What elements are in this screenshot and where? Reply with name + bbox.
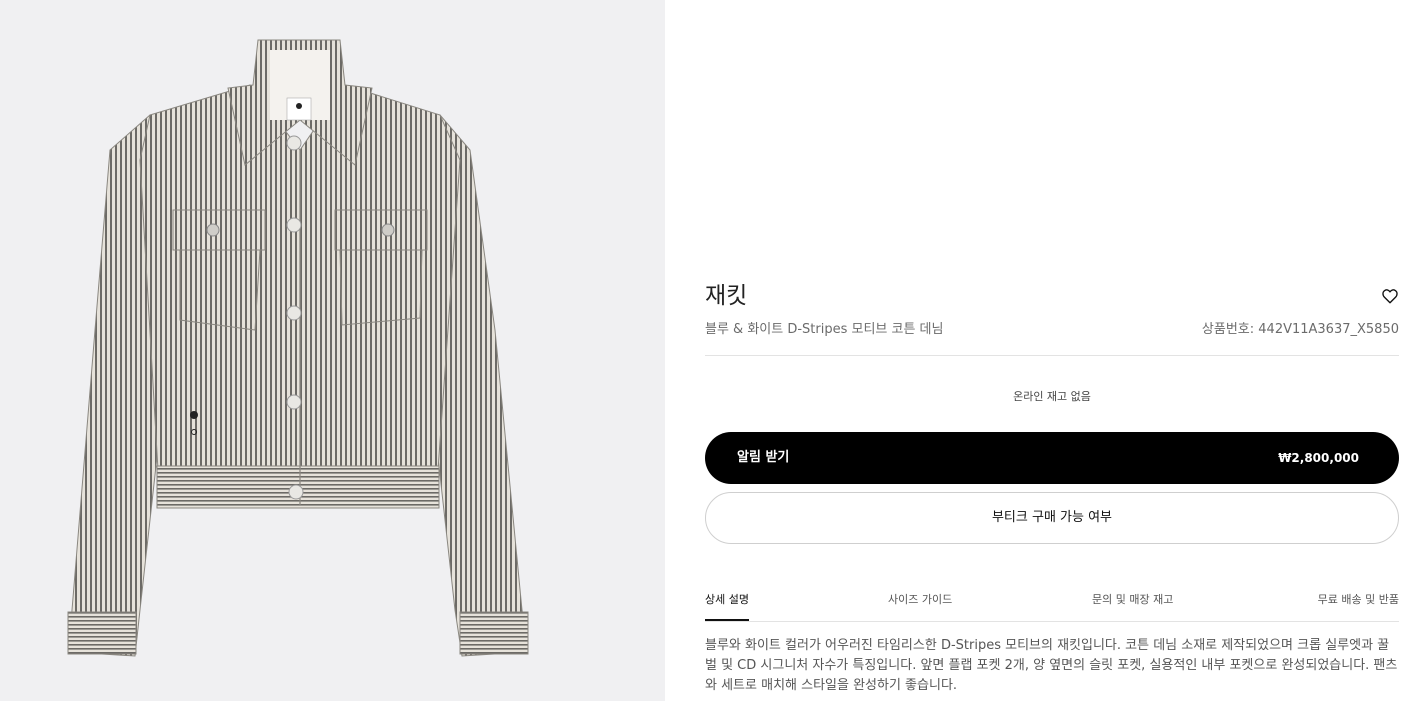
tab-free-shipping[interactable]: 무료 배송 및 반품 — [1318, 590, 1399, 620]
notify-label: 알림 받기 — [737, 450, 790, 465]
title-row: 재킷 — [705, 280, 1399, 312]
divider — [705, 355, 1399, 356]
tab-size-guide[interactable]: 사이즈 가이드 — [888, 590, 952, 620]
stock-status: 온라인 재고 없음 — [1013, 390, 1091, 403]
product-info-panel: 재킷 블루 & 화이트 D-Stripes 모티브 코튼 데님 상품번호: 44… — [705, 0, 1399, 701]
notify-me-button[interactable]: 알림 받기 ₩2,800,000 — [705, 432, 1399, 484]
detail-tabs: 상세 설명 사이즈 가이드 문의 및 매장 재고 무료 배송 및 반품 — [705, 590, 1399, 622]
product-image[interactable] — [0, 0, 665, 701]
tab-description[interactable]: 상세 설명 — [705, 590, 749, 621]
product-page: 재킷 블루 & 화이트 D-Stripes 모티브 코튼 데님 상품번호: 44… — [0, 0, 1419, 701]
product-image-panel — [0, 0, 665, 701]
product-reference: 상품번호: 442V11A3637_X5850 — [1201, 322, 1399, 337]
heart-outline-icon[interactable] — [1381, 287, 1399, 305]
product-title: 재킷 — [705, 283, 748, 309]
boutique-availability-button[interactable]: 부티크 구매 가능 여부 — [705, 492, 1399, 544]
product-subtitle: 블루 & 화이트 D-Stripes 모티브 코튼 데님 — [705, 322, 944, 337]
product-price: ₩2,800,000 — [1278, 451, 1359, 465]
subtitle-row: 블루 & 화이트 D-Stripes 모티브 코튼 데님 상품번호: 442V1… — [705, 320, 1399, 340]
tab-inquiry-stock[interactable]: 문의 및 매장 재고 — [1092, 590, 1173, 620]
product-description: 블루와 화이트 컬러가 어우러진 타임리스한 D-Stripes 모티브의 재킷… — [705, 638, 1398, 693]
